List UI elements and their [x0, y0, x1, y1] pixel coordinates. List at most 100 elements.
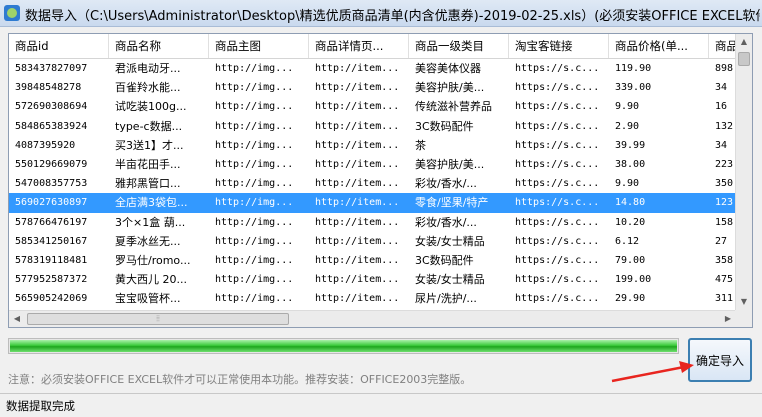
table-row[interactable]: 572690308694 试吃装100g... http://img... http:… — [9, 97, 736, 116]
scroll-left-arrow-icon[interactable]: ◀ — [9, 311, 25, 327]
table-cell: 199.00 — [615, 274, 652, 286]
table-cell: 578319118481 — [15, 254, 88, 266]
table-cell: http://item... — [315, 216, 400, 228]
table-cell: https://s.c... — [515, 82, 600, 94]
table-cell: http://item... — [315, 82, 400, 94]
office-notice-text: 注意：必须安装OFFICE EXCEL软件才可以正常使用本功能。推荐安装：OFF… — [8, 373, 472, 386]
table-cell: http://img... — [215, 216, 294, 228]
table-cell: 传统滋补营养品 — [415, 100, 492, 114]
table-cell: 34 — [715, 82, 728, 94]
table-row[interactable]: 577952587372 黄大西儿 20... http://img... http:… — [9, 270, 736, 289]
table-cell: 夏季冰丝无... — [115, 234, 181, 248]
table-cell: 9.90 — [615, 101, 640, 113]
table-cell: 彩妆/香水/... — [415, 177, 477, 191]
table-cell: 38.00 — [615, 158, 646, 170]
horizontal-scroll-thumb[interactable]: ⦙⦙ — [27, 313, 289, 325]
table-cell: http://img... — [215, 178, 294, 190]
table-row[interactable]: 39848548278 百雀羚水能... http://img... http://i… — [9, 78, 736, 97]
table-cell: 罗马仕/romo... — [115, 253, 191, 267]
table-header: 商品id 商品名称 商品主图 商品详情页... 商品一级类目 淘宝客链接 商品价格(单...… — [9, 34, 736, 59]
table-cell: 572690308694 — [15, 101, 88, 113]
table-cell: http://img... — [215, 139, 294, 151]
import-progress-bar — [8, 338, 679, 354]
table-cell: https://s.c... — [515, 216, 600, 228]
table-cell: 39848548278 — [15, 82, 82, 94]
table-cell: 彩妆/香水/... — [415, 215, 477, 229]
table-cell: 半亩花田手... — [115, 157, 181, 171]
table-cell: 27 — [715, 235, 728, 247]
table-cell: type-c数据... — [115, 119, 183, 133]
table-cell: 339.00 — [615, 82, 652, 94]
table-cell: 君派电动牙... — [115, 62, 181, 75]
column-header-extra[interactable]: 商品 — [709, 34, 736, 58]
table-row[interactable]: 584865383924 type-c数据... http://img... http… — [9, 117, 736, 136]
table-cell: 577952587372 — [15, 274, 88, 286]
table-cell: http://img... — [215, 158, 294, 170]
table-cell: https://s.c... — [515, 158, 600, 170]
column-header-category[interactable]: 商品一级类目 — [409, 34, 509, 58]
table-cell: 39.99 — [615, 139, 646, 151]
table-cell: https://s.c... — [515, 178, 600, 190]
table-cell: https://s.c... — [515, 139, 600, 151]
table-cell: 零食/坚果/特产 — [415, 196, 489, 210]
table-row[interactable]: 565905242069 宝宝吸管杯... http://img... http://… — [9, 289, 736, 308]
table-cell: http://img... — [215, 101, 294, 113]
table-cell: https://s.c... — [515, 274, 600, 286]
scroll-right-arrow-icon[interactable]: ▶ — [720, 311, 736, 327]
status-text: 数据提取完成 — [6, 399, 75, 413]
table-cell: 黄大西儿 20... — [115, 273, 187, 287]
progress-fill — [10, 340, 677, 352]
table-cell: http://item... — [315, 235, 400, 247]
scroll-up-arrow-icon[interactable]: ▲ — [736, 34, 752, 50]
table-row[interactable]: 583437827097 君派电动牙... http://img... http://… — [9, 59, 736, 78]
table-cell: http://item... — [315, 178, 400, 190]
data-table[interactable]: 商品id 商品名称 商品主图 商品详情页... 商品一级类目 淘宝客链接 商品价格(单...… — [8, 33, 753, 328]
table-cell: 569027630897 — [15, 197, 88, 209]
table-cell: 9.90 — [615, 178, 640, 190]
horizontal-scrollbar[interactable]: ◀ ⦙⦙ ▶ — [9, 310, 736, 327]
table-cell: http://img... — [215, 63, 294, 74]
table-cell: 试吃装100g... — [115, 100, 187, 114]
table-cell: 578766476197 — [15, 216, 88, 228]
table-cell: https://s.c... — [515, 120, 600, 132]
table-row[interactable]: 578766476197 3个×1盒 葫... http://img... http:… — [9, 213, 736, 232]
table-cell: 美容美体仪器 — [415, 62, 481, 75]
column-header-product-name[interactable]: 商品名称 — [109, 34, 209, 58]
table-cell: 29.90 — [615, 293, 646, 305]
confirm-import-button[interactable]: 确定导入 — [688, 338, 752, 382]
table-cell: https://s.c... — [515, 63, 600, 74]
table-cell: 全店满3袋包... — [115, 196, 188, 210]
table-cell: 茶 — [415, 138, 426, 152]
table-cell: https://s.c... — [515, 293, 600, 305]
table-row[interactable]: 4087395920 买3送1】才... http://img... http://i… — [9, 136, 736, 155]
column-header-price[interactable]: 商品价格(单... — [609, 34, 709, 58]
table-cell: http://item... — [315, 139, 400, 151]
table-cell: 132 — [715, 120, 734, 132]
table-row[interactable]: 547008357753 雅邦黑管口... http://img... http://… — [9, 174, 736, 193]
table-cell: https://s.c... — [515, 235, 600, 247]
table-row[interactable]: 569027630897 全店满3袋包... http://img... http:/… — [9, 193, 736, 213]
column-header-main-image[interactable]: 商品主图 — [209, 34, 309, 58]
table-cell: http://item... — [315, 274, 400, 286]
vertical-scrollbar[interactable]: ▲ ▼ — [735, 34, 752, 310]
vertical-scroll-thumb[interactable] — [738, 52, 750, 66]
table-cell: 350 — [715, 178, 734, 190]
table-cell: 14.80 — [615, 197, 646, 209]
column-header-detail-page[interactable]: 商品详情页... — [309, 34, 409, 58]
table-cell: 3个×1盒 葫... — [115, 215, 186, 229]
table-cell: http://img... — [215, 120, 294, 132]
table-cell: http://img... — [215, 254, 294, 266]
column-header-product-id[interactable]: 商品id — [9, 34, 109, 58]
scroll-down-arrow-icon[interactable]: ▼ — [736, 294, 752, 310]
table-grid: 商品id 商品名称 商品主图 商品详情页... 商品一级类目 淘宝客链接 商品价格(单...… — [9, 34, 736, 310]
table-cell: http://img... — [215, 274, 294, 286]
table-cell: 223 — [715, 158, 734, 170]
table-cell: 585341250167 — [15, 235, 88, 247]
column-header-taobaoke-link[interactable]: 淘宝客链接 — [509, 34, 609, 58]
table-row[interactable]: 585341250167 夏季冰丝无... http://img... http://… — [9, 232, 736, 251]
table-cell: 547008357753 — [15, 178, 88, 190]
table-row[interactable]: 578319118481 罗马仕/romo... http://img... http… — [9, 251, 736, 270]
table-cell: 550129669079 — [15, 158, 88, 170]
table-cell: 123 — [715, 197, 734, 209]
table-row[interactable]: 550129669079 半亩花田手... http://img... http://… — [9, 155, 736, 174]
